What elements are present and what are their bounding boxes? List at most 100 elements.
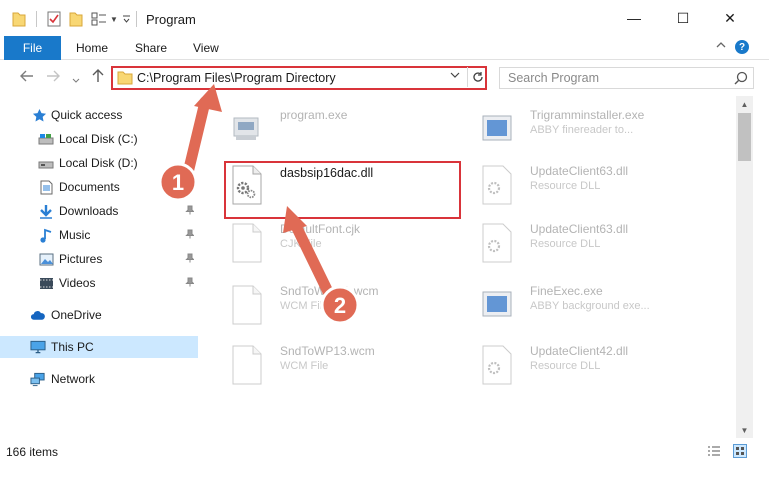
pin-icon[interactable] (185, 205, 195, 218)
file-name: UpdateClient42.dll (530, 344, 629, 358)
tab-file[interactable]: File (4, 36, 61, 60)
chevron-down-icon[interactable] (450, 70, 460, 82)
address-path: C:\Program Files\Program Directory (137, 71, 336, 85)
sidebar-item-documents[interactable]: Documents (0, 176, 198, 198)
file-name: SndToWordA.wcm (280, 284, 379, 298)
forward-arrow-icon[interactable] (46, 69, 60, 85)
sidebar-item-label: Documents (59, 180, 120, 194)
app-icon (480, 108, 518, 152)
vertical-scrollbar[interactable]: ▲ ▼ (736, 96, 753, 438)
navigation-pane: Quick access Local Disk (C:) Local Disk … (0, 96, 200, 434)
file-type: CJK File (280, 238, 322, 250)
chevron-down-icon[interactable]: ▼ (109, 10, 119, 28)
sidebar-item-videos[interactable]: Videos (0, 272, 198, 294)
properties-icon[interactable] (46, 10, 62, 28)
maximize-button[interactable]: ☐ (660, 0, 706, 36)
pin-icon[interactable] (185, 229, 195, 242)
drive-icon (38, 131, 54, 147)
cloud-icon (30, 307, 46, 323)
title-separator (136, 11, 137, 27)
file-item-sndtoworda-wcm[interactable]: SndToWordA.wcm WCM File (230, 280, 440, 334)
folder-icon (12, 10, 26, 28)
recent-locations-icon[interactable] (72, 71, 80, 87)
file-item-program-exe[interactable]: program.exe (230, 104, 440, 158)
window-title: Program (146, 12, 196, 27)
music-icon (38, 227, 54, 243)
expand-ribbon-icon[interactable] (716, 40, 726, 52)
search-placeholder: Search Program (508, 71, 600, 85)
videos-icon (38, 275, 54, 291)
file-icon (230, 222, 268, 266)
scroll-up-arrow-icon[interactable]: ▲ (736, 96, 753, 112)
sidebar-item-label: Music (59, 228, 91, 242)
pin-icon[interactable] (185, 277, 195, 290)
file-name: FineExec.exe (530, 284, 603, 298)
file-type: Resource DLL (530, 180, 601, 192)
file-name: program.exe (280, 108, 348, 122)
details-view-icon[interactable] (707, 444, 721, 458)
file-name: Trigramminstaller.exe (530, 108, 645, 122)
close-button[interactable]: ✕ (707, 0, 753, 36)
pin-icon[interactable] (185, 253, 195, 266)
customize-toolbar-icon[interactable] (121, 10, 131, 28)
file-name: DefaultFont.cjk (280, 222, 361, 236)
search-input[interactable]: Search Program (499, 67, 754, 89)
folder-icon (117, 70, 133, 88)
sidebar-item-local-disk-d[interactable]: Local Disk (D:) (0, 152, 198, 174)
dll-gear-icon (480, 344, 518, 388)
file-item-trigramminstaller-exe[interactable]: Trigramminstaller.exe ABBY finereader to… (480, 104, 730, 158)
sidebar-item-quick-access[interactable]: Quick access (0, 104, 198, 126)
tab-view[interactable]: View (193, 41, 219, 55)
file-name: UpdateClient63.dll (530, 222, 629, 236)
sidebar-item-label: Videos (59, 276, 96, 290)
drive-icon (38, 155, 54, 171)
file-item-updateclient42-dll[interactable]: UpdateClient42.dll Resource DLL (480, 340, 730, 394)
computer-icon (30, 339, 46, 355)
network-icon (30, 371, 46, 387)
search-icon[interactable] (734, 71, 748, 88)
address-bar[interactable]: C:\Program Files\Program Directory (111, 66, 487, 90)
documents-icon (38, 179, 54, 195)
file-item-updateclient63-dll[interactable]: UpdateClient63.dll Resource DLL (480, 218, 730, 272)
file-type: Resource DLL (530, 238, 601, 250)
up-arrow-icon[interactable] (92, 69, 104, 86)
file-type: Resource DLL (530, 360, 601, 372)
file-type: ABBY background exe... (530, 300, 650, 312)
title-bar: ▼ Program — ☐ ✕ (0, 0, 769, 36)
file-item-fineexec-exe[interactable]: FineExec.exe ABBY background exe... (480, 280, 730, 334)
sidebar-item-music[interactable]: Music (0, 224, 198, 246)
pictures-icon (38, 251, 54, 267)
scrollbar-thumb[interactable] (738, 113, 751, 161)
new-folder-icon[interactable] (68, 10, 84, 28)
view-options-icon[interactable] (90, 10, 108, 28)
file-type: ABBY finereader to... (530, 124, 634, 136)
file-item-sndtowp13-wcm[interactable]: SndToWP13.wcm WCM File (230, 340, 440, 394)
sidebar-item-local-disk-c[interactable]: Local Disk (C:) (0, 128, 198, 150)
sidebar-item-onedrive[interactable]: OneDrive (0, 304, 198, 326)
refresh-icon[interactable] (467, 67, 487, 87)
back-arrow-icon[interactable] (20, 69, 34, 85)
file-name: UpdateClient63.dll (530, 164, 629, 178)
tab-share[interactable]: Share (135, 41, 167, 55)
sidebar-item-this-pc[interactable]: This PC (0, 336, 198, 358)
help-icon[interactable]: ? (735, 40, 749, 54)
sidebar-item-network[interactable]: Network (0, 368, 198, 390)
title-separator (36, 11, 37, 27)
file-type: WCM File (280, 300, 329, 312)
ribbon-tabs: File Home Share View (0, 36, 769, 60)
dll-gear-icon (480, 164, 518, 208)
sidebar-item-pictures[interactable]: Pictures (0, 248, 198, 270)
file-icon (230, 284, 268, 328)
tiles-view-icon[interactable] (733, 444, 747, 458)
star-icon (31, 107, 47, 123)
sidebar-item-downloads[interactable]: Downloads (0, 200, 198, 222)
file-item-defaultfont-cjk[interactable]: DefaultFont.cjk CJK File (230, 218, 440, 272)
minimize-button[interactable]: — (611, 0, 657, 36)
item-count: 166 items (6, 445, 59, 459)
tab-home[interactable]: Home (76, 41, 108, 55)
sidebar-item-label: Downloads (59, 204, 119, 218)
sidebar-item-label: Quick access (51, 108, 123, 122)
file-name: SndToWP13.wcm (280, 344, 375, 358)
scroll-down-arrow-icon[interactable]: ▼ (736, 422, 753, 438)
file-item-updateclient63-dll[interactable]: UpdateClient63.dll Resource DLL (480, 160, 730, 214)
